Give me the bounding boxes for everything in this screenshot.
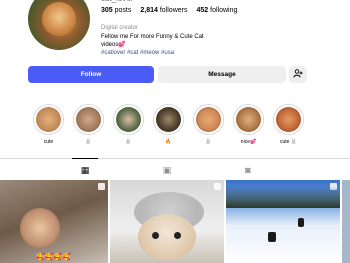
posts-grid: 🥰🥰🥰🥰 bbox=[0, 180, 350, 263]
tagged-icon: ◙ bbox=[245, 165, 251, 175]
add-person-icon bbox=[293, 69, 303, 80]
profile-avatar[interactable] bbox=[28, 0, 90, 50]
post-2[interactable] bbox=[110, 180, 224, 263]
bio-line2: videos💕 bbox=[101, 42, 126, 48]
message-button[interactable]: Message bbox=[158, 66, 286, 83]
post-4[interactable] bbox=[342, 180, 350, 263]
bio-category: Digital creator bbox=[101, 25, 139, 31]
grid-icon: ▦ bbox=[80, 164, 90, 175]
username: cat_lover bbox=[101, 0, 133, 3]
post-3[interactable] bbox=[225, 180, 341, 263]
highlight-1[interactable]: cute bbox=[33, 104, 64, 146]
bio: Digital creator Fellow me For more Funny… bbox=[101, 24, 301, 57]
tab-posts[interactable]: ▦ bbox=[78, 163, 92, 177]
tab-tagged[interactable]: ◙ bbox=[241, 163, 255, 177]
bio-hashtags[interactable]: #catlover #cat #meow #usa bbox=[101, 49, 301, 57]
highlight-6[interactable]: nice💕 bbox=[233, 104, 264, 146]
tab-reels[interactable]: ▣ bbox=[160, 163, 174, 177]
posts-stat[interactable]: 305 posts bbox=[101, 7, 131, 14]
post-1[interactable]: 🥰🥰🥰🥰 bbox=[0, 180, 109, 263]
highlight-5[interactable]: 🐰 bbox=[193, 104, 224, 146]
highlight-4[interactable]: 🔥 bbox=[153, 104, 184, 146]
follow-button[interactable]: Follow bbox=[28, 66, 154, 83]
highlight-3[interactable]: 🐰 bbox=[113, 104, 144, 146]
post-emoji-overlay: 🥰🥰🥰🥰 bbox=[36, 254, 71, 261]
profile-tabs: ▦ ▣ ◙ bbox=[0, 158, 350, 180]
reels-icon: ▣ bbox=[162, 164, 172, 175]
story-highlights: cute 🐰 🐰 🔥 🐰 nice💕 cute 🐰 bbox=[33, 104, 304, 146]
reel-icon bbox=[98, 183, 106, 190]
active-tab-indicator bbox=[72, 158, 98, 159]
reel-icon bbox=[213, 183, 221, 190]
highlight-2[interactable]: 🐰 bbox=[73, 104, 104, 146]
add-person-button[interactable] bbox=[289, 66, 307, 83]
profile-stats: 305 posts 2,814 followers 452 following bbox=[101, 7, 237, 14]
followers-stat[interactable]: 2,814 followers bbox=[140, 7, 187, 14]
following-stat[interactable]: 452 following bbox=[196, 7, 237, 14]
bio-line1: Fellow me For more Funny & Cute Cat bbox=[101, 34, 204, 40]
highlight-7[interactable]: cute 🐰 bbox=[273, 104, 304, 146]
